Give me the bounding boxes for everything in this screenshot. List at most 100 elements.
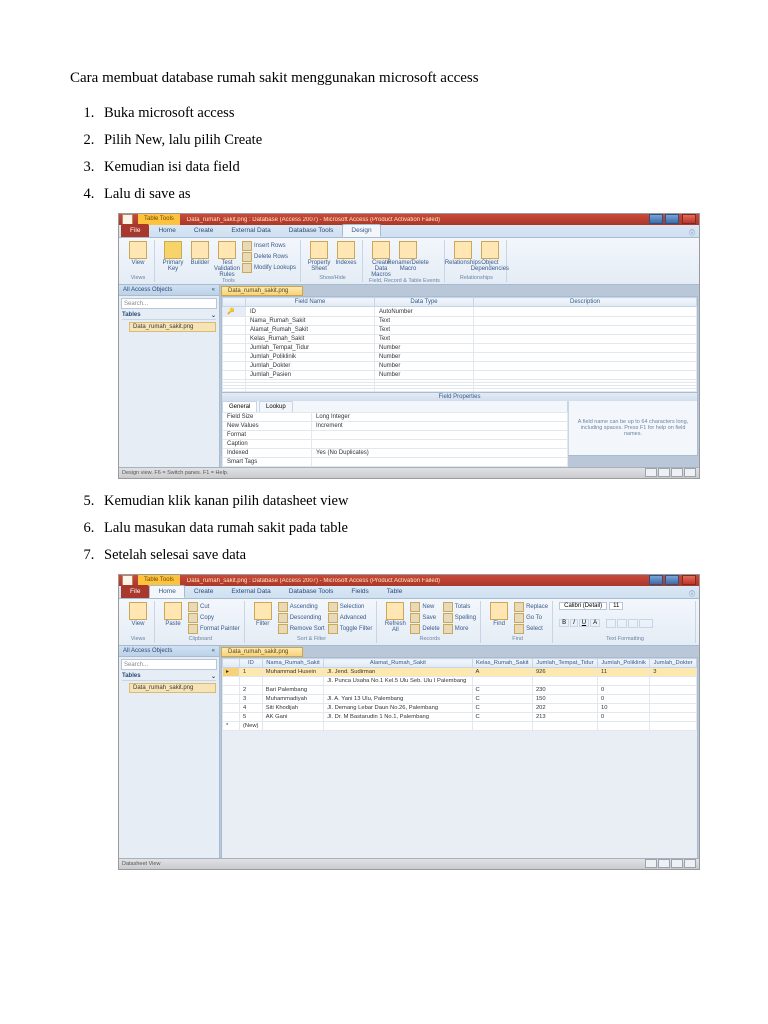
table-row[interactable]: ▸1Muhammad HuseinJl. Jend. SudirmanA9261… (223, 668, 697, 677)
nav-item-table[interactable]: Data_rumah_sakit.png (129, 683, 216, 693)
descending-button[interactable]: Descending (278, 613, 325, 623)
window-controls[interactable] (648, 214, 696, 226)
tab-database-tools[interactable]: Database Tools (280, 585, 343, 598)
tab-external-data[interactable]: External Data (222, 585, 279, 598)
primary-key-button[interactable]: Primary Key (161, 241, 185, 272)
property-grid[interactable]: Field SizeLong Integer New ValuesIncreme… (222, 412, 568, 467)
object-dependencies-button[interactable]: Object Dependencies (478, 241, 502, 272)
close-button[interactable] (682, 214, 696, 224)
indexes-button[interactable]: Indexes (334, 241, 358, 266)
datasheet-grid[interactable]: ID Nama_Rumah_Sakit Alamat_Rumah_Sakit K… (222, 658, 697, 731)
modify-lookups-button[interactable]: Modify Lookups (242, 263, 296, 273)
rename-delete-macro-button[interactable]: Rename/Delete Macro (396, 241, 420, 272)
ascending-button[interactable]: Ascending (278, 602, 325, 612)
design-grid[interactable]: Field Name Data Type Description 🔑IDAuto… (222, 297, 697, 392)
delete-button[interactable]: Delete (410, 624, 439, 634)
help-icon[interactable]: ⓘ (689, 589, 699, 598)
chevron-down-icon[interactable]: « (212, 287, 215, 293)
font-name-select[interactable]: Calibri (Detail) (559, 602, 607, 610)
more-button[interactable]: More (443, 624, 476, 634)
underline-button[interactable]: U (579, 619, 589, 627)
document-tab[interactable]: Data_rumah_sakit.png (221, 647, 303, 657)
view-switch-buttons[interactable] (644, 859, 696, 870)
select-button[interactable]: Select (514, 624, 548, 634)
nav-search-input[interactable]: Search... (121, 659, 217, 670)
goto-button[interactable]: Go To (514, 613, 548, 623)
tab-table[interactable]: Table (378, 585, 412, 598)
steps-list-2: Kemudian klik kanan pilih datasheet view… (98, 493, 698, 564)
ribbon-tabs: File Home Create External Data Database … (119, 586, 699, 599)
tab-external-data[interactable]: External Data (222, 224, 279, 237)
test-validation-button[interactable]: Test Validation Rules (215, 241, 239, 278)
nav-category-tables[interactable]: Tables⌄ (122, 673, 216, 681)
tab-home[interactable]: Home (149, 224, 184, 237)
paste-button[interactable]: Paste (161, 602, 185, 627)
steps-list-1: Buka microsoft access Pilih New, lalu pi… (98, 105, 698, 203)
tab-home[interactable]: Home (149, 585, 184, 598)
remove-sort-button[interactable]: Remove Sort (278, 624, 325, 634)
filter-button[interactable]: Filter (251, 602, 275, 627)
nav-header[interactable]: All Access Objects« (119, 285, 219, 296)
table-row[interactable]: Jl. Punca Usaha No.1 Kel.5 Ulu Seb. Ulu … (223, 677, 697, 686)
align-left-button[interactable] (606, 619, 616, 628)
close-button[interactable] (682, 575, 696, 585)
advanced-button[interactable]: Advanced (328, 613, 373, 623)
delete-rows-button[interactable]: Delete Rows (242, 252, 296, 262)
table-row[interactable]: 3MuhammadiyahJl. A. Yani 13 Ulu, Palemba… (223, 695, 697, 704)
replace-button[interactable]: Replace (514, 602, 548, 612)
table-row[interactable]: 2Bari PalembangC2300 (223, 686, 697, 695)
new-row[interactable]: *(New) (223, 722, 697, 731)
view-switch-buttons[interactable] (644, 468, 696, 479)
cut-button[interactable]: Cut (188, 602, 240, 612)
step-item: Kemudian klik kanan pilih datasheet view (98, 493, 698, 510)
table-row[interactable]: 4Siti KhodijahJl. Demang Lebar Daun No.2… (223, 704, 697, 713)
property-sheet-button[interactable]: Property Sheet (307, 241, 331, 272)
align-right-button[interactable] (628, 619, 638, 628)
copy-button[interactable]: Copy (188, 613, 240, 623)
nav-header[interactable]: All Access Objects« (119, 646, 219, 657)
tab-create[interactable]: Create (185, 585, 223, 598)
bold-button[interactable]: B (559, 619, 569, 627)
tab-database-tools[interactable]: Database Tools (280, 224, 343, 237)
builder-button[interactable]: Builder (188, 241, 212, 266)
toggle-filter-button[interactable]: Toggle Filter (328, 624, 373, 634)
new-record-button[interactable]: New (410, 602, 439, 612)
status-bar: Design view. F6 = Switch panes. F1 = Hel… (119, 467, 699, 478)
italic-button[interactable]: I (570, 619, 578, 627)
ribbon-tabs: File Home Create External Data Database … (119, 225, 699, 238)
totals-button[interactable]: Totals (443, 602, 476, 612)
minimize-button[interactable] (649, 214, 663, 224)
maximize-button[interactable] (665, 575, 679, 585)
spelling-button[interactable]: Spelling (443, 613, 476, 623)
selection-button[interactable]: Selection (328, 602, 373, 612)
tab-file[interactable]: File (121, 585, 149, 598)
nav-item-table[interactable]: Data_rumah_sakit.png (129, 322, 216, 332)
ribbon: View Views Primary Key Builder Test Vali… (119, 238, 699, 285)
gridlines-button[interactable] (639, 619, 653, 628)
window-controls[interactable] (648, 575, 696, 587)
insert-rows-button[interactable]: Insert Rows (242, 241, 296, 251)
window-caption: Data_rumah_sakit.png : Database (Access … (187, 578, 440, 584)
help-icon[interactable]: ⓘ (689, 228, 699, 237)
tab-fields[interactable]: Fields (342, 585, 377, 598)
find-button[interactable]: Find (487, 602, 511, 627)
nav-category-tables[interactable]: Tables⌄ (122, 312, 216, 320)
tab-create[interactable]: Create (185, 224, 223, 237)
view-button[interactable]: View (126, 241, 150, 266)
font-size-select[interactable]: 11 (609, 602, 623, 610)
format-painter-button[interactable]: Format Painter (188, 624, 240, 634)
minimize-button[interactable] (649, 575, 663, 585)
table-row[interactable]: 5AK GaniJl. Dr. M Bastarudin 1 No.1, Pal… (223, 713, 697, 722)
tab-file[interactable]: File (121, 224, 149, 237)
refresh-all-button[interactable]: Refresh All (383, 602, 407, 633)
nav-search-input[interactable]: Search... (121, 298, 217, 309)
align-center-button[interactable] (617, 619, 627, 628)
font-color-button[interactable]: A (590, 619, 600, 627)
document-tab[interactable]: Data_rumah_sakit.png (221, 286, 303, 296)
prop-tab-lookup[interactable]: Lookup (259, 401, 293, 412)
prop-tab-general[interactable]: General (222, 401, 257, 412)
view-button[interactable]: View (126, 602, 150, 627)
maximize-button[interactable] (665, 214, 679, 224)
save-button[interactable]: Save (410, 613, 439, 623)
tab-design[interactable]: Design (342, 224, 380, 237)
